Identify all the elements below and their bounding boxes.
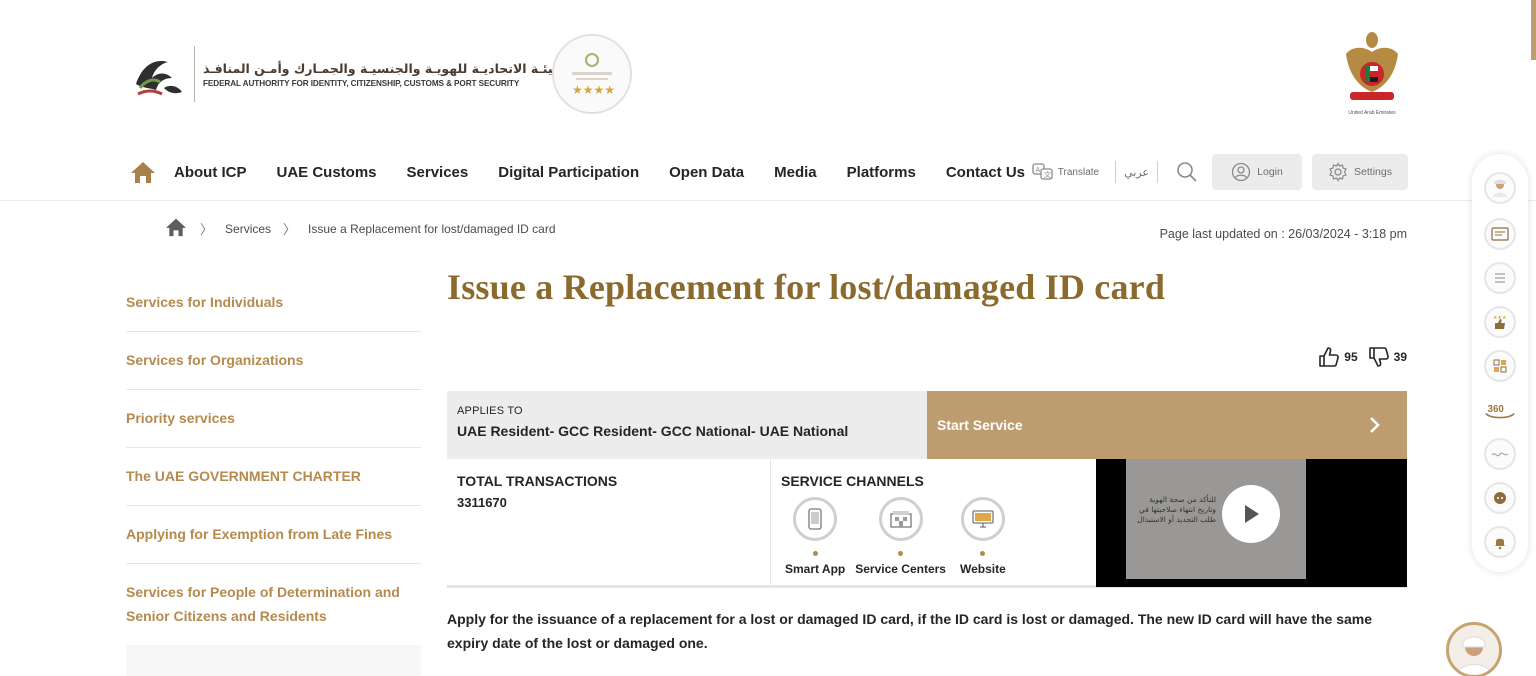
channel-label: Website <box>959 562 1006 576</box>
service-description: Apply for the issuance of a replacement … <box>447 611 1373 651</box>
chevron-right-icon <box>1365 415 1385 435</box>
floating-tools-bar: ★★★ 360 <box>1472 154 1528 572</box>
login-label: Login <box>1257 166 1283 178</box>
svg-text:文: 文 <box>1044 170 1051 179</box>
header-divider <box>0 200 1536 201</box>
channel-dot <box>812 551 818 556</box>
service-video[interactable]: للتأكد من صحة الهوية وتاريخ انتهاء صلاحي… <box>1096 459 1407 587</box>
sidebar-item-government-charter[interactable]: The UAE GOVERNMENT CHARTER <box>126 448 421 506</box>
channel-service-centers[interactable]: Service Centers <box>855 497 946 576</box>
dislike-count: 39 <box>1393 350 1407 364</box>
360-view-icon[interactable]: 360 <box>1484 394 1516 426</box>
applies-to-label: APPLIES TO <box>457 405 523 417</box>
scrollbar-thumb[interactable] <box>1531 0 1536 60</box>
nav-media[interactable]: Media <box>774 164 817 181</box>
login-button[interactable]: Login <box>1212 154 1302 190</box>
svg-text:360: 360 <box>1488 404 1505 415</box>
thumbs-down-icon[interactable] <box>1368 346 1390 368</box>
search-icon[interactable] <box>1176 161 1198 183</box>
start-service-button[interactable]: Start Service <box>927 391 1407 459</box>
like-count: 95 <box>1344 350 1358 364</box>
nav-platforms[interactable]: Platforms <box>847 164 916 181</box>
thumbs-up-icon[interactable] <box>1318 346 1340 368</box>
logo-english-name: FEDERAL AUTHORITY FOR IDENTITY, CITIZENS… <box>203 78 520 88</box>
total-transactions-panel: TOTAL TRANSACTIONS 3311670 <box>447 459 771 585</box>
channel-label: Smart App <box>785 562 846 576</box>
settings-label: Settings <box>1354 166 1392 178</box>
logo-arabic-name: الهيئـة الاتحاديـة للهويـة والجنسيـة وال… <box>203 60 571 76</box>
translate-button[interactable]: A 文 Translate <box>1032 163 1099 181</box>
nav-open-data[interactable]: Open Data <box>669 164 744 181</box>
nav-services[interactable]: Services <box>407 164 469 181</box>
main-nav: About ICP UAE Customs Services Digital P… <box>128 154 1408 190</box>
translate-label: Translate <box>1057 166 1100 178</box>
channel-dot <box>898 551 904 556</box>
icp-logo[interactable]: الهيئـة الاتحاديـة للهويـة والجنسيـة وال… <box>128 44 570 104</box>
feedback-rating-icon[interactable]: ★★★ <box>1484 306 1516 338</box>
nav-uae-customs[interactable]: UAE Customs <box>277 164 377 181</box>
svg-text:A: A <box>1035 167 1040 174</box>
breadcrumb: 〉 Services 〉 Issue a Replacement for los… <box>164 217 556 240</box>
smartphone-icon <box>793 497 838 541</box>
notification-bell-icon[interactable] <box>1484 526 1516 558</box>
total-transactions-label: TOTAL TRANSACTIONS <box>457 473 618 489</box>
apps-icon[interactable] <box>1484 350 1516 382</box>
page-title: Issue a Replacement for lost/damaged ID … <box>447 267 1166 307</box>
sidebar-item-organizations[interactable]: Services for Organizations <box>126 332 421 390</box>
play-icon[interactable] <box>1222 485 1280 543</box>
service-channels-label: SERVICE CHANNELS <box>781 473 924 489</box>
chat-icon[interactable] <box>1484 482 1516 514</box>
applies-to-value: UAE Resident- GCC Resident- GCC National… <box>457 423 849 439</box>
page-updated-date: Page last updated on : 26/03/2024 - 3:18… <box>1159 227 1407 241</box>
nav-digital-participation[interactable]: Digital Participation <box>498 164 639 181</box>
logo-divider <box>194 46 195 102</box>
award-seal-icon: ★★★★ <box>552 34 632 114</box>
list-icon[interactable] <box>1484 262 1516 294</box>
nav-about-icp[interactable]: About ICP <box>174 164 247 181</box>
card-icon[interactable] <box>1484 218 1516 250</box>
monitor-icon <box>960 497 1005 541</box>
uae-emblem-icon: United Arab Emirates <box>1346 32 1398 116</box>
gear-icon <box>1329 162 1347 182</box>
svg-text:★★★★: ★★★★ <box>572 83 615 97</box>
tool-divider <box>1157 161 1158 183</box>
user-icon <box>1231 162 1251 182</box>
services-sidebar: Services for Individuals Services for Or… <box>126 276 421 646</box>
sidebar-item-late-fines[interactable]: Applying for Exemption from Late Fines <box>126 506 421 564</box>
service-rating: 95 39 <box>1318 346 1407 368</box>
translate-icon: A 文 <box>1032 163 1053 180</box>
sidebar-item-people-of-determination[interactable]: Services for People of Determination and… <box>126 564 421 646</box>
home-icon[interactable] <box>128 157 158 187</box>
signature-icon[interactable] <box>1484 438 1516 470</box>
channel-website[interactable]: Website <box>960 497 1006 576</box>
settings-button[interactable]: Settings <box>1312 154 1408 190</box>
nav-contact-us[interactable]: Contact Us <box>946 164 1025 181</box>
breadcrumb-separator: 〉 <box>200 222 214 237</box>
tool-divider <box>1115 161 1117 183</box>
virtual-assistant-icon[interactable] <box>1484 172 1516 204</box>
video-caption: للتأكد من صحة الهوية وتاريخ انتهاء صلاحي… <box>1137 495 1216 524</box>
service-channels-panel: SERVICE CHANNELS Smart App Service Cente… <box>771 459 1096 585</box>
breadcrumb-services[interactable]: Services <box>225 222 271 236</box>
breadcrumb-separator: 〉 <box>283 222 297 237</box>
emblem-caption: United Arab Emirates <box>1348 110 1396 116</box>
applies-to-panel: APPLIES TO UAE Resident- GCC Resident- G… <box>447 391 927 459</box>
sidebar-item-individuals[interactable]: Services for Individuals <box>126 276 421 332</box>
total-transactions-value: 3311670 <box>457 495 507 510</box>
channel-smart-app[interactable]: Smart App <box>785 497 845 576</box>
sidebar-panel <box>126 645 421 676</box>
channel-dot <box>980 551 986 556</box>
channel-label: Service Centers <box>855 562 946 576</box>
falcon-logo-icon <box>136 60 182 96</box>
assistant-avatar[interactable] <box>1446 622 1502 676</box>
building-icon <box>878 497 923 541</box>
breadcrumb-home-icon[interactable] <box>164 217 188 240</box>
start-service-label: Start Service <box>937 417 1023 433</box>
sidebar-item-priority[interactable]: Priority services <box>126 390 421 448</box>
breadcrumb-current: Issue a Replacement for lost/damaged ID … <box>308 221 556 236</box>
arabic-language-link[interactable]: عربي <box>1124 166 1149 179</box>
